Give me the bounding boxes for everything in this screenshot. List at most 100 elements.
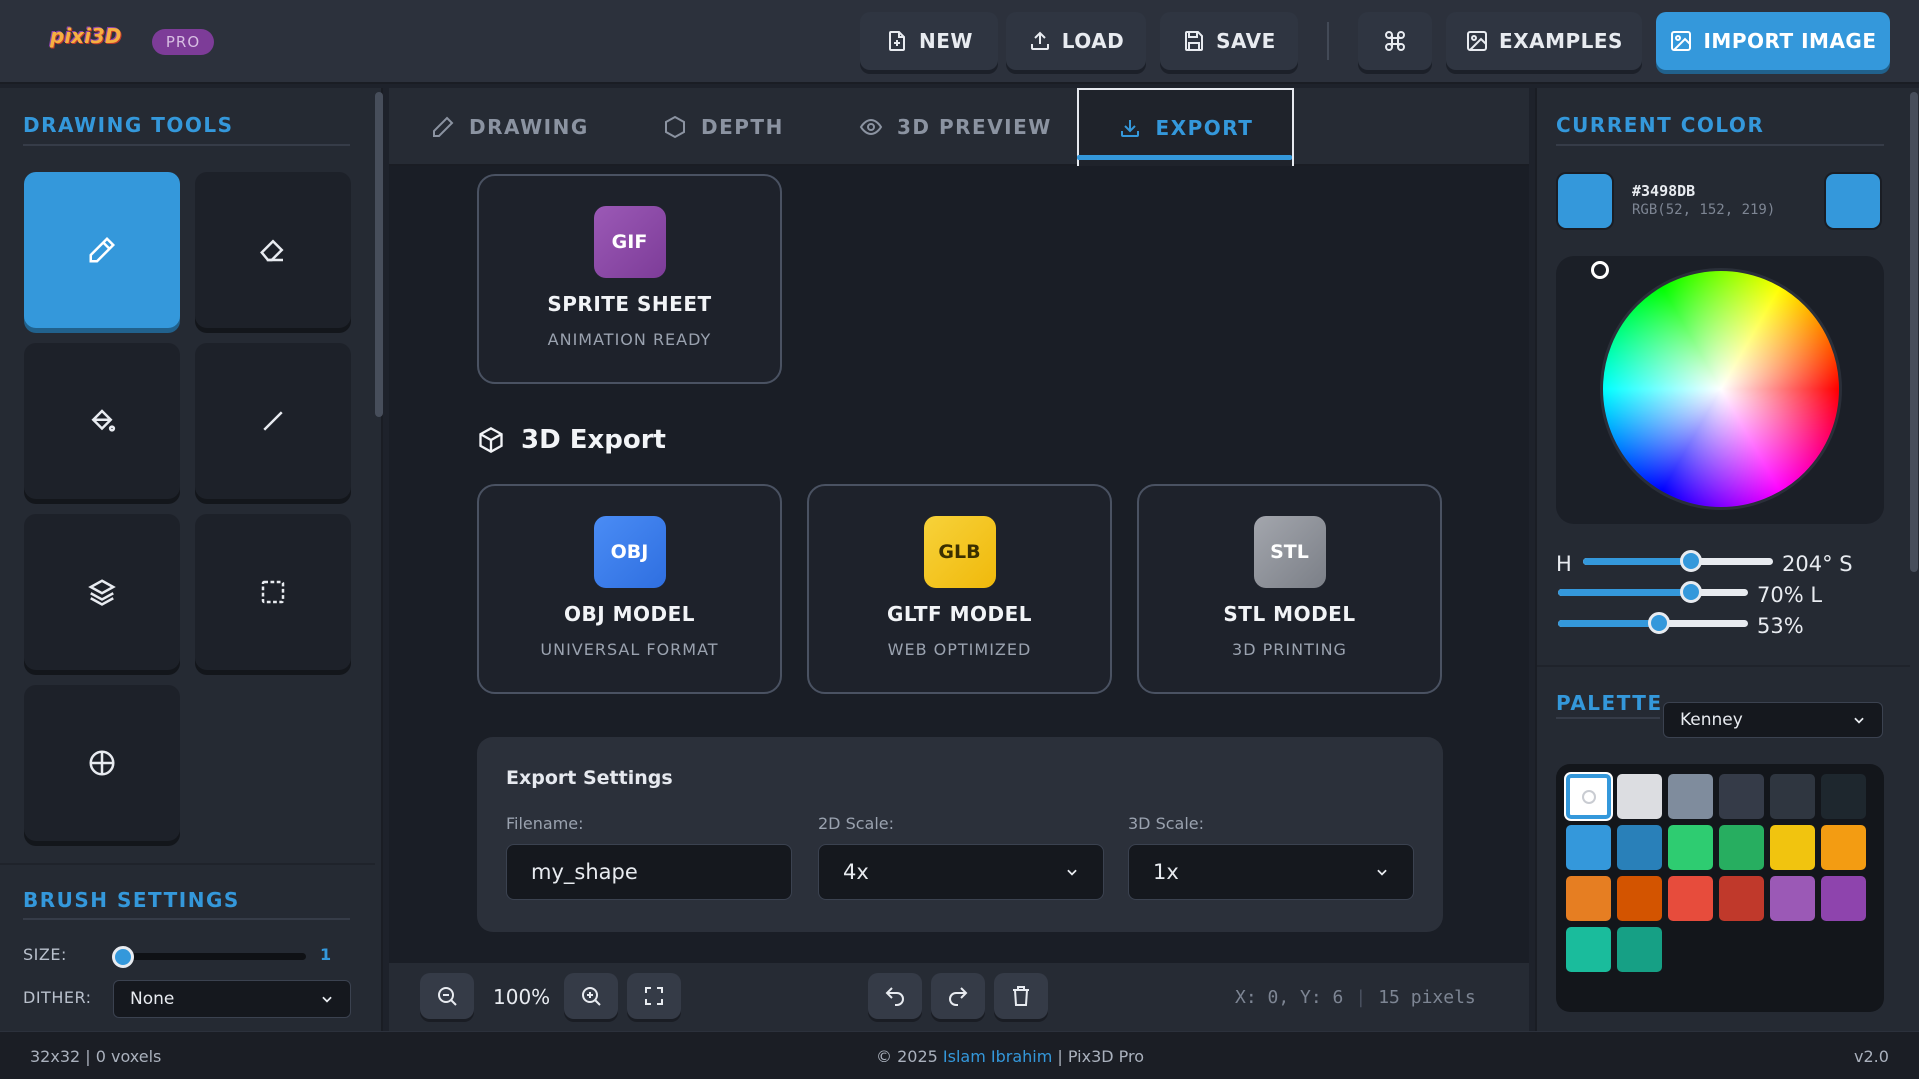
tool-layers[interactable] (24, 514, 180, 670)
shortcuts-button[interactable] (1358, 12, 1432, 70)
stl-model-card[interactable]: STL STL MODEL 3D PRINTING (1137, 484, 1442, 694)
coords-readout: X: 0, Y: 6 (1235, 987, 1344, 1008)
palette-swatch[interactable] (1617, 927, 1662, 972)
palette-swatch[interactable] (1617, 876, 1662, 921)
palette-swatch[interactable] (1719, 876, 1764, 921)
section-3d-export: 3D Export (477, 425, 666, 455)
tool-eraser[interactable] (195, 172, 351, 328)
scale3d-select[interactable]: 1x (1128, 844, 1414, 900)
chevron-down-icon (322, 996, 332, 1003)
import-image-button[interactable]: IMPORT IMAGE (1656, 12, 1890, 70)
chevron-down-icon (1854, 717, 1864, 724)
palette-swatch[interactable] (1668, 825, 1713, 870)
examples-button[interactable]: EXAMPLES (1446, 12, 1642, 70)
obj-model-card[interactable]: OBJ OBJ MODEL UNIVERSAL FORMAT (477, 484, 782, 694)
save-button[interactable]: SAVE (1160, 12, 1298, 70)
palette-swatch[interactable] (1719, 825, 1764, 870)
new-button[interactable]: NEW (860, 12, 998, 70)
tab-export-label: EXPORT (1155, 116, 1254, 140)
tab-3d-preview[interactable]: 3D PREVIEW (859, 88, 1052, 166)
tool-pencil[interactable] (24, 172, 180, 328)
palette-name: Kenney (1680, 710, 1743, 730)
lightness-slider-knob[interactable] (1647, 612, 1670, 634)
color-wheel[interactable] (1600, 268, 1842, 510)
redo-icon (949, 987, 968, 1006)
tool-line[interactable] (195, 343, 351, 499)
palette-swatch[interactable] (1821, 774, 1866, 819)
zoom-out-button[interactable] (420, 973, 474, 1019)
palette-swatch[interactable] (1668, 774, 1713, 819)
palette-swatch[interactable] (1617, 774, 1662, 819)
tab-depth[interactable]: DEPTH (663, 88, 784, 166)
right-scrollbar[interactable] (1910, 92, 1918, 572)
sprite-sheet-card[interactable]: GIF SPRITE SHEET ANIMATION READY (477, 174, 782, 384)
palette-swatch[interactable] (1668, 876, 1713, 921)
palette-swatch[interactable] (1821, 825, 1866, 870)
dither-label: DITHER: (23, 988, 92, 1007)
gltf-model-card[interactable]: GLB GLTF MODEL WEB OPTIMIZED (807, 484, 1112, 694)
tab-drawing[interactable]: DRAWING (431, 88, 589, 166)
palette-swatch[interactable] (1617, 825, 1662, 870)
redo-button[interactable] (931, 973, 985, 1019)
app-logo[interactable]: pixi3D (50, 24, 121, 48)
save-icon (1185, 31, 1204, 51)
view-tabs: DRAWING DEPTH 3D PREVIEW EXPORT (389, 88, 1529, 166)
obj-badge: OBJ (593, 516, 666, 588)
zoom-in-button[interactable] (564, 973, 618, 1019)
undo-button[interactable] (868, 973, 922, 1019)
saturation-slider[interactable] (1558, 589, 1748, 596)
card-title: OBJ MODEL (563, 602, 696, 626)
pro-badge: PRO (152, 29, 214, 55)
palette-title: PALETTE (1556, 691, 1663, 715)
tool-select[interactable] (195, 514, 351, 670)
version: v2.0 (1854, 1047, 1889, 1066)
hue-slider[interactable] (1583, 558, 1773, 565)
glb-badge: GLB (923, 516, 996, 588)
export-settings: Export Settings Filename: my_shape 2D Sc… (477, 737, 1443, 932)
palette-swatch[interactable] (1719, 774, 1764, 819)
dither-select[interactable]: None (113, 980, 351, 1018)
zoom-level: 100% (493, 985, 551, 1009)
tool-fill[interactable] (24, 343, 180, 499)
canvas-info: 32x32 | 0 voxels (30, 1047, 162, 1066)
filename-input[interactable]: my_shape (506, 844, 792, 900)
color-wheel-cursor[interactable] (1591, 261, 1609, 279)
left-scrollbar[interactable] (375, 92, 383, 417)
app-footer: 32x32 | 0 voxels © 2025 Islam Ibrahim | … (0, 1031, 1919, 1079)
palette-swatch[interactable] (1770, 825, 1815, 870)
card-subtitle: 3D PRINTING (1232, 640, 1347, 659)
copyright-prefix: © 2025 (876, 1047, 943, 1066)
saturation-slider-knob[interactable] (1680, 581, 1702, 603)
palette-swatch[interactable] (1566, 927, 1611, 972)
secondary-color-swatch[interactable] (1824, 172, 1882, 230)
scale2d-select[interactable]: 4x (818, 844, 1104, 900)
lightness-slider-fill (1558, 620, 1659, 627)
trash-icon (1013, 986, 1029, 1006)
h-label: H (1556, 552, 1572, 576)
clear-button[interactable] (994, 973, 1048, 1019)
fullscreen-button[interactable] (627, 973, 681, 1019)
palette-select[interactable]: Kenney (1663, 702, 1883, 738)
copyright: © 2025 Islam Ibrahim | Pix3D Pro (876, 1047, 1144, 1066)
palette-swatch[interactable] (1566, 825, 1611, 870)
rgb-value: RGB(52, 152, 219) (1632, 202, 1776, 218)
primary-color-swatch[interactable] (1556, 172, 1614, 230)
size-slider-knob[interactable] (112, 946, 134, 968)
current-color-title: CURRENT COLOR (1556, 113, 1765, 137)
l-value: 53% (1757, 614, 1804, 638)
section-3d-title: 3D Export (521, 425, 666, 455)
palette-swatch[interactable] (1566, 774, 1611, 819)
tool-crosshair[interactable] (24, 685, 180, 841)
scale2d-label: 2D Scale: (818, 814, 895, 833)
size-slider[interactable] (113, 953, 306, 960)
card-subtitle: WEB OPTIMIZED (887, 640, 1032, 659)
palette-swatch[interactable] (1566, 876, 1611, 921)
author-link[interactable]: Islam Ibrahim (943, 1047, 1052, 1066)
hue-slider-knob[interactable] (1679, 550, 1702, 572)
palette-swatch[interactable] (1770, 774, 1815, 819)
pixel-count: 15 pixels (1378, 987, 1476, 1008)
load-button[interactable]: LOAD (1006, 12, 1146, 70)
readout-separator: | (1355, 987, 1367, 1008)
palette-swatch[interactable] (1770, 876, 1815, 921)
palette-swatch[interactable] (1821, 876, 1866, 921)
